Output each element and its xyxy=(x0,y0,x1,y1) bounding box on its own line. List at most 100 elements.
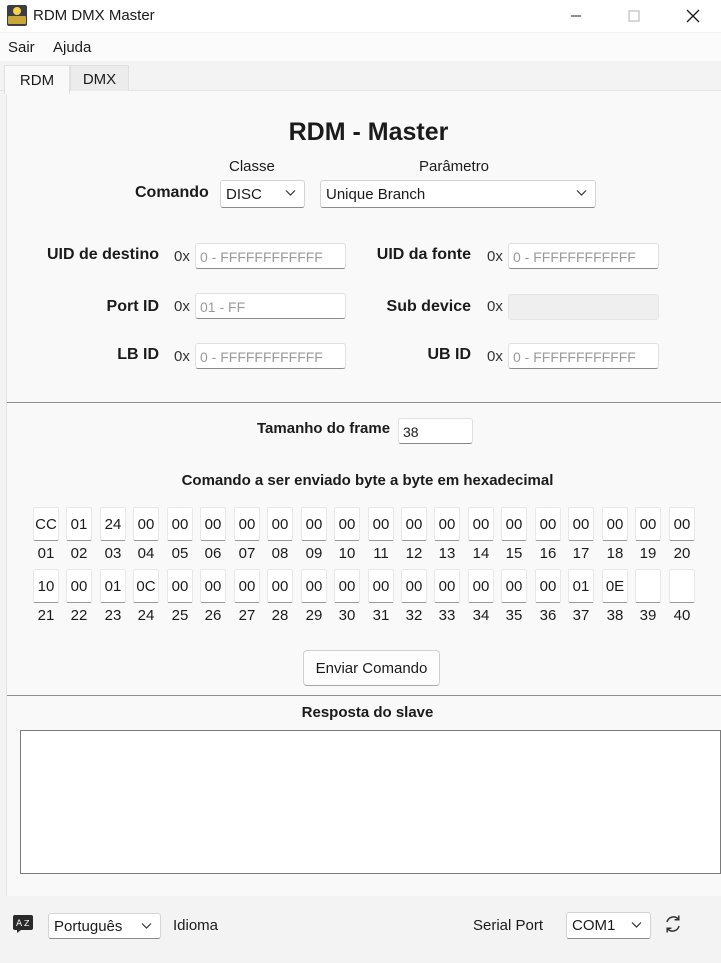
byte-field[interactable]: 24 xyxy=(100,507,126,541)
byte-field[interactable]: 00 xyxy=(334,507,360,541)
byte-field[interactable]: 00 xyxy=(501,507,527,541)
byte-index: 39 xyxy=(639,607,657,624)
sub-device-label: Sub device xyxy=(386,298,471,315)
menu-ajuda[interactable]: Ajuda xyxy=(53,39,91,56)
param-header: Parâmetro xyxy=(419,158,490,175)
source-uid-input[interactable]: 0 - FFFFFFFFFFFF xyxy=(508,243,659,269)
byte-index: 06 xyxy=(204,545,222,562)
byte-field[interactable]: 00 xyxy=(401,507,427,541)
byte-field[interactable]: 01 xyxy=(100,569,126,603)
byte-field[interactable]: 00 xyxy=(568,507,594,541)
byte-field[interactable]: CC xyxy=(33,507,59,541)
close-button[interactable] xyxy=(670,0,716,32)
byte-field[interactable]: 00 xyxy=(434,569,460,603)
byte-field[interactable]: 00 xyxy=(468,507,494,541)
byte-index: 05 xyxy=(171,545,189,562)
byte-index: 04 xyxy=(137,545,155,562)
byte-index: 09 xyxy=(305,545,323,562)
ub-id-label: UB ID xyxy=(427,346,471,363)
byte-field[interactable]: 00 xyxy=(602,507,628,541)
response-heading: Resposta do slave xyxy=(301,704,434,721)
byte-field[interactable]: 00 xyxy=(167,569,193,603)
rdm-panel: RDM - Master Classe Parâmetro Comando DI… xyxy=(6,91,721,896)
byte-field[interactable]: 00 xyxy=(334,569,360,603)
byte-index: 17 xyxy=(572,545,590,562)
byte-field[interactable]: 00 xyxy=(501,569,527,603)
translate-icon: A Z xyxy=(13,915,33,933)
byte-field[interactable]: 00 xyxy=(234,569,260,603)
byte-field[interactable]: 00 xyxy=(133,507,159,541)
byte-field[interactable]: 01 xyxy=(66,507,92,541)
tab-rdm[interactable]: RDM xyxy=(4,65,70,94)
minimize-icon xyxy=(571,15,581,17)
tab-bar: RDM DMX xyxy=(0,61,721,94)
byte-field[interactable]: 10 xyxy=(33,569,59,603)
minimize-button[interactable] xyxy=(553,0,599,32)
tab-dmx[interactable]: DMX xyxy=(70,65,129,93)
footer-bar: A Z Português Idioma Serial Port COM1 xyxy=(0,896,721,963)
frame-size-label: Tamanho do frame xyxy=(257,420,391,437)
class-select[interactable]: DISC xyxy=(220,180,305,208)
byte-field[interactable]: 00 xyxy=(535,569,561,603)
menu-bar: Sair Ajuda xyxy=(0,33,721,61)
byte-index: 19 xyxy=(639,545,657,562)
byte-index: 16 xyxy=(539,545,557,562)
refresh-icon[interactable] xyxy=(663,914,683,934)
byte-field[interactable]: 00 xyxy=(535,507,561,541)
byte-field[interactable]: 0E xyxy=(602,569,628,603)
byte-field[interactable]: 00 xyxy=(368,507,394,541)
class-select-value: DISC xyxy=(226,186,262,203)
maximize-button[interactable] xyxy=(611,0,657,32)
byte-index: 03 xyxy=(104,545,122,562)
menu-sair[interactable]: Sair xyxy=(8,39,35,56)
byte-field[interactable]: 00 xyxy=(267,507,293,541)
byte-index: 22 xyxy=(70,607,88,624)
separator xyxy=(7,695,721,696)
byte-index: 40 xyxy=(673,607,691,624)
byte-index: 10 xyxy=(338,545,356,562)
byte-field[interactable]: 01 xyxy=(568,569,594,603)
byte-field[interactable]: 0C xyxy=(133,569,159,603)
chevron-down-icon xyxy=(631,922,642,928)
param-select[interactable]: Unique Branch xyxy=(320,180,596,208)
byte-index: 31 xyxy=(372,607,390,624)
byte-index: 02 xyxy=(70,545,88,562)
ub-id-input[interactable]: 0 - FFFFFFFFFFFF xyxy=(508,343,659,369)
byte-index: 08 xyxy=(271,545,289,562)
byte-field[interactable]: 00 xyxy=(434,507,460,541)
window-title: RDM DMX Master xyxy=(33,7,155,24)
chevron-down-icon xyxy=(576,190,587,196)
send-command-button[interactable]: Enviar Comando xyxy=(303,650,440,686)
frame-size-input[interactable]: 38 xyxy=(398,418,473,444)
byte-index: 29 xyxy=(305,607,323,624)
byte-index: 07 xyxy=(238,545,256,562)
byte-field[interactable]: 00 xyxy=(635,507,661,541)
ub-id-prefix: 0x xyxy=(487,348,503,365)
byte-field[interactable]: 00 xyxy=(301,569,327,603)
command-label: Comando xyxy=(135,184,209,201)
byte-field[interactable]: 00 xyxy=(368,569,394,603)
byte-index: 24 xyxy=(137,607,155,624)
language-select[interactable]: Português xyxy=(48,913,161,939)
byte-field[interactable]: 00 xyxy=(167,507,193,541)
serial-port-select[interactable]: COM1 xyxy=(566,912,651,939)
byte-field[interactable]: 00 xyxy=(301,507,327,541)
byte-field[interactable] xyxy=(635,569,661,603)
byte-index: 18 xyxy=(606,545,624,562)
byte-index: 33 xyxy=(438,607,456,624)
byte-field[interactable]: 00 xyxy=(200,507,226,541)
title-bar: RDM DMX Master xyxy=(0,0,721,32)
byte-field[interactable]: 00 xyxy=(66,569,92,603)
bytes-heading: Comando a ser enviado byte a byte em hex… xyxy=(181,472,554,489)
byte-index: 15 xyxy=(505,545,523,562)
byte-field[interactable]: 00 xyxy=(401,569,427,603)
response-textarea[interactable] xyxy=(20,730,721,874)
byte-field[interactable]: 00 xyxy=(669,507,695,541)
byte-field[interactable]: 00 xyxy=(468,569,494,603)
byte-field[interactable] xyxy=(669,569,695,603)
param-select-value: Unique Branch xyxy=(326,186,426,203)
byte-field[interactable]: 00 xyxy=(267,569,293,603)
byte-field[interactable]: 00 xyxy=(200,569,226,603)
byte-field[interactable]: 00 xyxy=(234,507,260,541)
byte-index: 12 xyxy=(405,545,423,562)
